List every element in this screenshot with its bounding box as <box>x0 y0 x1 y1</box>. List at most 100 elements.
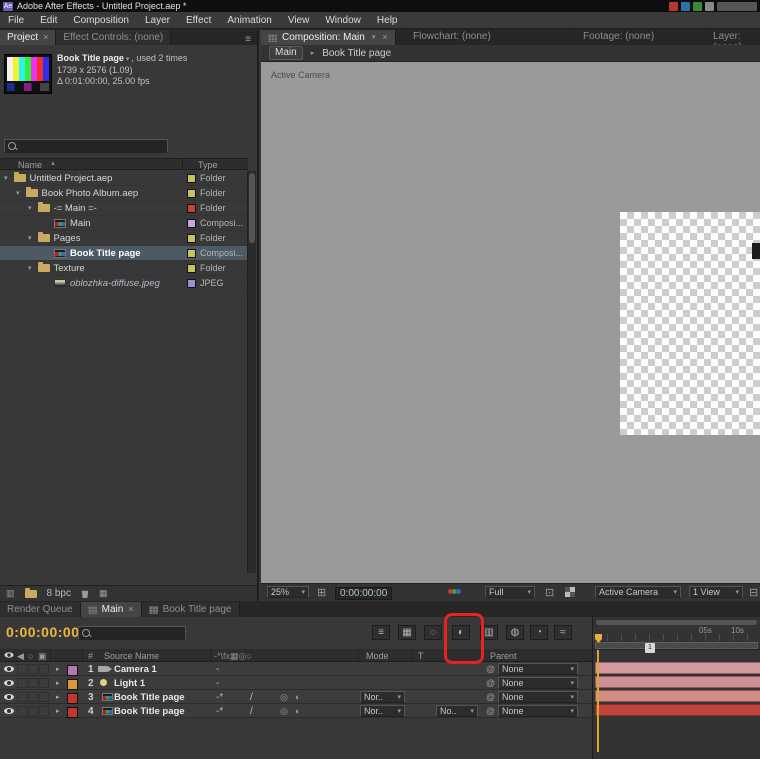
view-layout-dropdown[interactable]: 1 View▾ <box>689 586 743 598</box>
pixel-aspect-icon[interactable]: ⊟ <box>749 586 758 599</box>
work-area-bar[interactable] <box>595 642 758 649</box>
parent-dropdown[interactable]: None▾ <box>498 705 578 717</box>
project-row-oblozhka-jpeg[interactable]: oblozhka-diffuse.jpeg JPEG <box>0 276 248 291</box>
new-folder-icon[interactable] <box>25 590 37 598</box>
twirl-open-icon[interactable]: ▾ <box>26 204 34 212</box>
new-composition-icon[interactable]: ▦ <box>99 588 108 599</box>
layer-color-chip[interactable] <box>67 665 78 676</box>
time-navigator[interactable] <box>596 620 757 625</box>
switch-dash-star[interactable]: -* <box>216 692 223 703</box>
close-icon[interactable]: × <box>128 602 133 617</box>
tab-project[interactable]: Project × <box>0 30 56 45</box>
solo-column-icon[interactable]: ○ <box>28 651 33 661</box>
layer-name[interactable]: Book Title page <box>114 706 185 717</box>
scrollbar-thumb[interactable] <box>249 173 255 243</box>
project-row-untitled[interactable]: ▾ Untitled Project.aep Folder <box>0 171 248 186</box>
layer-color-chip[interactable] <box>67 693 78 704</box>
tab-flowchart[interactable]: Flowchart: (none) <box>413 31 491 42</box>
layer-name[interactable]: Light 1 <box>114 678 145 689</box>
label-color-chip[interactable] <box>187 219 196 228</box>
layer-row-camera-1[interactable]: ▸ 1 Camera 1 - @ None▾ <box>0 662 592 676</box>
menu-file[interactable]: File <box>0 15 32 26</box>
project-row-book-photo-album[interactable]: ▾ Book Photo Album.aep Folder <box>0 186 248 201</box>
menu-help[interactable]: Help <box>369 15 406 26</box>
label-color-chip[interactable] <box>187 189 196 198</box>
column-parent[interactable]: Parent <box>490 651 517 661</box>
layer-name[interactable]: Book Title page <box>114 692 185 703</box>
lock-switch[interactable] <box>39 706 49 716</box>
tray-icon[interactable] <box>693 2 702 11</box>
audio-switch[interactable] <box>17 664 27 674</box>
bit-depth-indicator[interactable]: 8 bpc <box>47 588 71 599</box>
column-source-name[interactable]: Source Name <box>104 651 159 661</box>
trackmatte-dropdown[interactable]: No..▾ <box>436 705 478 717</box>
switch-slash[interactable]: / <box>250 706 253 717</box>
pickwhip-icon[interactable]: @ <box>486 664 495 674</box>
label-color-chip[interactable] <box>187 234 196 243</box>
pickwhip-icon[interactable]: @ <box>486 692 495 702</box>
timeline-search-input[interactable] <box>90 628 213 638</box>
motion-blur-switch-icon[interactable]: ◐ <box>295 706 300 716</box>
tab-effect-controls[interactable]: Effect Controls: (none) <box>56 30 171 45</box>
label-color-chip[interactable] <box>187 279 196 288</box>
transparency-grid-icon[interactable] <box>565 587 575 597</box>
layer-duration-bar[interactable] <box>595 662 760 674</box>
project-column-headers[interactable]: Name ▲ Type <box>0 158 248 170</box>
parent-dropdown[interactable]: None▾ <box>498 691 578 703</box>
twirl-closed-icon[interactable]: ▸ <box>56 679 60 687</box>
layer-row-book-title-page-3[interactable]: ▸ 3 Book Title page -* / ◎ ◐ Nor..▾ @ No… <box>0 690 592 704</box>
menu-animation[interactable]: Animation <box>219 15 279 26</box>
composition-viewport[interactable]: Active Camera <box>261 62 760 584</box>
twirl-closed-icon[interactable]: ▸ <box>56 693 60 701</box>
hide-shy-layers-button[interactable]: ◌ <box>424 625 442 640</box>
layer-duration-bar[interactable] <box>595 690 760 702</box>
footage-thumbnail[interactable] <box>4 54 52 94</box>
tray-icon[interactable] <box>717 2 757 11</box>
panel-menu-icon[interactable]: ≡ <box>239 34 257 45</box>
region-of-interest-icon[interactable]: ⊡ <box>545 586 554 599</box>
video-column-icon[interactable] <box>5 652 14 657</box>
project-row-pages[interactable]: ▾ Pages Folder <box>0 231 248 246</box>
twirl-open-icon[interactable]: ▾ <box>26 234 34 242</box>
comp-transparent-area[interactable] <box>620 212 760 435</box>
pickwhip-icon[interactable]: @ <box>486 678 495 688</box>
menu-window[interactable]: Window <box>317 15 369 26</box>
switch-dash[interactable]: - <box>216 664 219 675</box>
column-trkmat[interactable]: T <box>418 651 424 661</box>
twirl-open-icon[interactable]: ▾ <box>14 189 22 197</box>
interpret-footage-icon[interactable]: ▥ <box>6 588 15 599</box>
layer-color-chip[interactable] <box>67 707 78 718</box>
project-row-texture[interactable]: ▾ Texture Folder <box>0 261 248 276</box>
switch-dash[interactable]: - <box>216 678 219 689</box>
close-icon[interactable]: × <box>43 30 48 45</box>
label-color-chip[interactable] <box>187 249 196 258</box>
parent-dropdown[interactable]: None▾ <box>498 663 578 675</box>
project-scrollbar[interactable] <box>247 171 256 573</box>
mode-dropdown[interactable]: Nor..▾ <box>360 691 405 703</box>
project-row-main-folder[interactable]: ▾ -= Main =- Folder <box>0 201 248 216</box>
grid-guides-icon[interactable]: ⊞ <box>317 586 326 599</box>
column-switches-icons[interactable]: -*\fx▦◎○ <box>214 651 252 662</box>
tray-icon[interactable] <box>681 2 690 11</box>
current-time-display[interactable]: 0:00:00:00 <box>6 624 80 640</box>
effects-switch-icon[interactable]: ◎ <box>280 692 288 703</box>
solo-switch[interactable] <box>28 692 38 702</box>
tab-render-queue[interactable]: Render Queue <box>0 602 81 617</box>
auto-keyframe-button[interactable]: ◔ <box>530 625 548 640</box>
mode-dropdown[interactable]: Nor..▾ <box>360 705 405 717</box>
solo-switch[interactable] <box>28 706 38 716</box>
project-row-main-comp[interactable]: Main Composi... <box>0 216 248 231</box>
magnification-dropdown[interactable]: 25%▾ <box>267 586 309 598</box>
project-search-input[interactable] <box>16 141 167 151</box>
menu-effect[interactable]: Effect <box>178 15 219 26</box>
menu-view[interactable]: View <box>280 15 318 26</box>
visibility-eye-icon[interactable] <box>4 680 14 686</box>
current-time-indicator-line[interactable] <box>597 650 599 752</box>
audio-switch[interactable] <box>17 692 27 702</box>
brainstorm-button[interactable]: ◍ <box>506 625 524 640</box>
project-row-book-title-page[interactable]: Book Title page Composi... <box>0 246 248 261</box>
audio-switch[interactable] <box>17 678 27 688</box>
close-icon[interactable]: × <box>382 30 387 45</box>
solo-switch[interactable] <box>28 664 38 674</box>
time-ruler[interactable]: 05s 10s 1 <box>593 617 760 650</box>
